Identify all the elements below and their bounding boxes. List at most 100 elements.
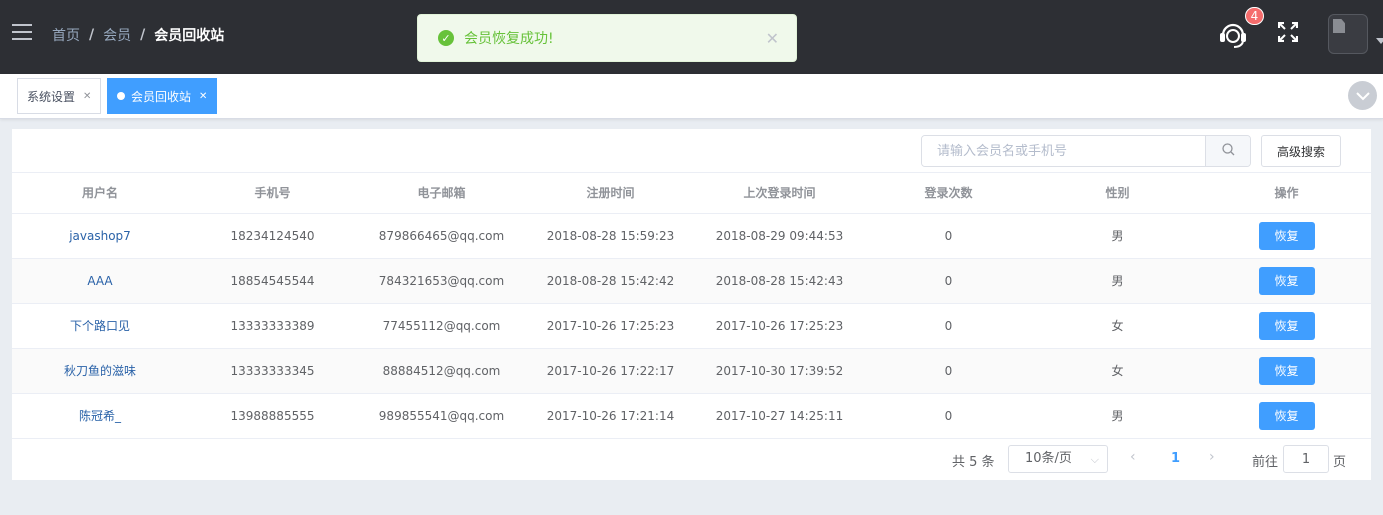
last-login-cell: 2017-10-26 17:25:23 xyxy=(695,303,864,349)
action-cell: 恢复 xyxy=(1202,393,1371,439)
customer-service-icon[interactable] xyxy=(1217,18,1249,50)
tab-system-settings[interactable]: 系统设置 ✕ xyxy=(17,78,102,114)
register-time-cell: 2017-10-26 17:22:17 xyxy=(526,348,695,394)
goto-suffix: 页 xyxy=(1333,455,1347,470)
login-count-cell: 0 xyxy=(864,348,1033,394)
register-time-cell: 2017-10-26 17:25:23 xyxy=(526,303,695,349)
last-login-cell: 2018-08-29 09:44:53 xyxy=(695,213,864,259)
phone-cell: 18854545544 xyxy=(188,258,357,304)
column-header: 性别 xyxy=(1033,173,1202,214)
column-header: 注册时间 xyxy=(526,173,695,214)
username-link[interactable]: javashop7 xyxy=(12,213,188,259)
close-icon[interactable]: ✕ xyxy=(766,29,779,48)
last-login-cell: 2018-08-28 15:42:43 xyxy=(695,258,864,304)
login-count-cell: 0 xyxy=(864,393,1033,439)
action-cell: 恢复 xyxy=(1202,303,1371,349)
register-time-cell: 2017-10-26 17:21:14 xyxy=(526,393,695,439)
close-icon[interactable]: ✕ xyxy=(83,91,91,102)
pagination: 共 5 条 10条/页 ⌵ ‹ 1 › 前往 页 xyxy=(12,437,1371,480)
restore-button[interactable]: 恢复 xyxy=(1258,356,1315,385)
table-row: 下个路口见 13333333389 77455112@qq.com 2017-1… xyxy=(12,303,1371,349)
pagination-total: 共 5 条 xyxy=(952,455,995,470)
last-login-cell: 2017-10-27 14:25:11 xyxy=(695,393,864,439)
tab-member-recycle-bin[interactable]: 会员回收站 ✕ xyxy=(107,78,218,114)
toolbar: 高级搜索 xyxy=(12,129,1371,173)
hamburger-icon[interactable] xyxy=(12,24,32,40)
register-time-cell: 2018-08-28 15:59:23 xyxy=(526,213,695,259)
breadcrumb-home[interactable]: 首页 xyxy=(52,25,80,45)
table-row: AAA 18854545544 784321653@qq.com 2018-08… xyxy=(12,258,1371,304)
email-cell: 784321653@qq.com xyxy=(357,258,526,304)
active-dot xyxy=(117,92,125,100)
email-cell: 88884512@qq.com xyxy=(357,348,526,394)
restore-button[interactable]: 恢复 xyxy=(1258,311,1315,340)
search-icon xyxy=(1221,142,1235,160)
recycle-bin-panel: 高级搜索 用户名 手机号 电子邮箱 注册时间 上次登录时间 登录次数 性别 操作… xyxy=(12,129,1371,480)
column-header: 手机号 xyxy=(188,173,357,214)
phone-cell: 13333333345 xyxy=(188,348,357,394)
member-table: 用户名 手机号 电子邮箱 注册时间 上次登录时间 登录次数 性别 操作 java… xyxy=(12,173,1371,439)
search-input[interactable] xyxy=(922,136,1205,166)
column-header: 操作 xyxy=(1202,173,1371,214)
username-link[interactable]: 秋刀鱼的滋味 xyxy=(12,348,188,394)
username-link[interactable]: 下个路口见 xyxy=(12,303,188,349)
goto-page-input[interactable] xyxy=(1283,445,1329,473)
login-count-cell: 0 xyxy=(864,303,1033,349)
phone-cell: 13333333389 xyxy=(188,303,357,349)
username-link[interactable]: AAA xyxy=(12,258,188,304)
success-toast: ✓ 会员恢复成功! ✕ xyxy=(417,14,797,62)
search-button[interactable] xyxy=(1205,136,1250,166)
chevron-left-icon[interactable]: ‹ xyxy=(1130,449,1136,465)
gender-cell: 女 xyxy=(1033,348,1202,394)
column-header: 电子邮箱 xyxy=(357,173,526,214)
column-header: 上次登录时间 xyxy=(695,173,864,214)
fullscreen-icon[interactable] xyxy=(1277,21,1299,43)
email-cell: 989855541@qq.com xyxy=(357,393,526,439)
table-row: javashop7 18234124540 879866465@qq.com 2… xyxy=(12,213,1371,259)
action-cell: 恢复 xyxy=(1202,213,1371,259)
table-row: 秋刀鱼的滋味 13333333345 88884512@qq.com 2017-… xyxy=(12,348,1371,394)
breadcrumb: 首页 / 会员 / 会员回收站 xyxy=(52,25,225,45)
search-box xyxy=(921,135,1251,167)
breadcrumb-member[interactable]: 会员 xyxy=(103,25,131,45)
chevron-down-icon: ⌵ xyxy=(1090,453,1099,466)
gender-cell: 男 xyxy=(1033,213,1202,259)
login-count-cell: 0 xyxy=(864,213,1033,259)
phone-cell: 18234124540 xyxy=(188,213,357,259)
login-count-cell: 0 xyxy=(864,258,1033,304)
register-time-cell: 2018-08-28 15:42:42 xyxy=(526,258,695,304)
email-cell: 77455112@qq.com xyxy=(357,303,526,349)
notification-badge: 4 xyxy=(1245,7,1264,25)
action-cell: 恢复 xyxy=(1202,258,1371,304)
toast-message: 会员恢复成功! xyxy=(464,31,554,47)
chevron-down-icon[interactable] xyxy=(1376,38,1383,44)
username-link[interactable]: 陈冠希_ xyxy=(12,393,188,439)
chevron-down-icon[interactable] xyxy=(1348,81,1377,110)
gender-cell: 女 xyxy=(1033,303,1202,349)
restore-button[interactable]: 恢复 xyxy=(1258,266,1315,295)
tag-label: 系统设置 xyxy=(27,89,76,104)
gender-cell: 男 xyxy=(1033,258,1202,304)
action-cell: 恢复 xyxy=(1202,348,1371,394)
page-size-select[interactable]: 10条/页 ⌵ xyxy=(1008,445,1108,473)
restore-button[interactable]: 恢复 xyxy=(1258,401,1315,430)
gender-cell: 男 xyxy=(1033,393,1202,439)
email-cell: 879866465@qq.com xyxy=(357,213,526,259)
restore-button[interactable]: 恢复 xyxy=(1258,221,1315,250)
phone-cell: 13988885555 xyxy=(188,393,357,439)
page-size-value: 10条/页 xyxy=(1025,451,1072,466)
close-icon[interactable]: ✕ xyxy=(199,91,207,102)
advanced-search-button[interactable]: 高级搜索 xyxy=(1261,135,1341,167)
page-number-current[interactable]: 1 xyxy=(1171,451,1180,466)
breadcrumb-current: 会员回收站 xyxy=(154,28,225,44)
success-check-icon: ✓ xyxy=(438,30,454,46)
last-login-cell: 2017-10-30 17:39:52 xyxy=(695,348,864,394)
chevron-right-icon[interactable]: › xyxy=(1209,449,1215,465)
table-header-row: 用户名 手机号 电子邮箱 注册时间 上次登录时间 登录次数 性别 操作 xyxy=(12,173,1371,214)
goto-label: 前往 xyxy=(1252,455,1279,470)
avatar[interactable] xyxy=(1328,14,1368,54)
table-row: 陈冠希_ 13988885555 989855541@qq.com 2017-1… xyxy=(12,393,1371,439)
column-header: 登录次数 xyxy=(864,173,1033,214)
column-header: 用户名 xyxy=(12,173,188,214)
tag-label: 会员回收站 xyxy=(131,89,192,104)
